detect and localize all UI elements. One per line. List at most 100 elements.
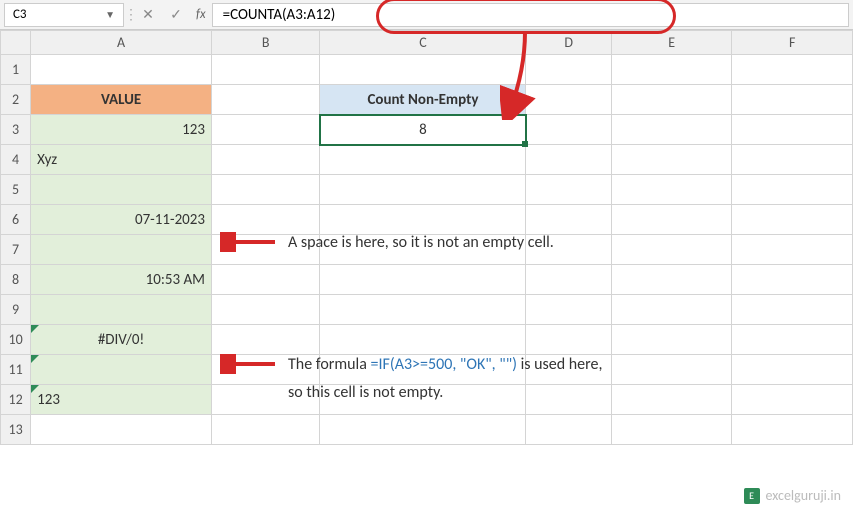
cell[interactable] bbox=[211, 175, 320, 205]
cell[interactable] bbox=[732, 205, 853, 235]
annotation-formula-note-line2: so this cell is not empty. bbox=[288, 383, 443, 402]
cell-A11[interactable] bbox=[31, 355, 212, 385]
cell[interactable] bbox=[320, 205, 526, 235]
corner-cell[interactable] bbox=[1, 31, 31, 55]
cell[interactable] bbox=[732, 295, 853, 325]
cell[interactable] bbox=[526, 145, 611, 175]
row-header[interactable]: 4 bbox=[1, 145, 31, 175]
cell[interactable] bbox=[732, 85, 853, 115]
cell[interactable] bbox=[732, 145, 853, 175]
cell[interactable] bbox=[526, 205, 611, 235]
formula-bar: C3 ▼ ⋮ ✕ ✓ fx =COUNTA(A3:A12) bbox=[0, 0, 853, 30]
cell[interactable] bbox=[211, 145, 320, 175]
col-header[interactable]: E bbox=[611, 31, 732, 55]
cell[interactable] bbox=[611, 235, 732, 265]
row-header[interactable]: 9 bbox=[1, 295, 31, 325]
cell[interactable] bbox=[732, 385, 853, 415]
name-box[interactable]: C3 ▼ bbox=[4, 3, 124, 27]
cell[interactable] bbox=[526, 385, 611, 415]
cell[interactable] bbox=[211, 205, 320, 235]
row-header[interactable]: 10 bbox=[1, 325, 31, 355]
col-header[interactable]: D bbox=[526, 31, 611, 55]
cell[interactable] bbox=[611, 85, 732, 115]
logo-icon: E bbox=[744, 488, 760, 504]
cell[interactable] bbox=[611, 385, 732, 415]
col-header[interactable]: B bbox=[211, 31, 320, 55]
cell[interactable] bbox=[611, 355, 732, 385]
cell[interactable] bbox=[211, 115, 320, 145]
cell[interactable] bbox=[320, 415, 526, 445]
cell-A5[interactable] bbox=[31, 175, 212, 205]
cell[interactable] bbox=[211, 55, 320, 85]
col-header[interactable]: A bbox=[31, 31, 212, 55]
chevron-down-icon[interactable]: ▼ bbox=[105, 8, 115, 21]
cell-A10[interactable]: #DIV/0! bbox=[31, 325, 212, 355]
col-header[interactable]: F bbox=[732, 31, 853, 55]
cell[interactable] bbox=[211, 85, 320, 115]
cell[interactable] bbox=[526, 85, 611, 115]
cell[interactable] bbox=[732, 235, 853, 265]
row-header[interactable]: 12 bbox=[1, 385, 31, 415]
row-header[interactable]: 5 bbox=[1, 175, 31, 205]
cell[interactable] bbox=[211, 295, 320, 325]
cell[interactable] bbox=[732, 55, 853, 85]
cell[interactable] bbox=[320, 145, 526, 175]
cell[interactable] bbox=[611, 415, 732, 445]
cancel-icon[interactable]: ✕ bbox=[134, 3, 162, 27]
cell[interactable] bbox=[732, 325, 853, 355]
fill-handle[interactable] bbox=[522, 141, 528, 147]
formula-input[interactable]: =COUNTA(A3:A12) bbox=[212, 3, 849, 27]
row-header[interactable]: 8 bbox=[1, 265, 31, 295]
cell-A3[interactable]: 123 bbox=[31, 115, 212, 145]
row-header[interactable]: 7 bbox=[1, 235, 31, 265]
check-icon[interactable]: ✓ bbox=[162, 3, 190, 27]
row-header[interactable]: 11 bbox=[1, 355, 31, 385]
cell-A4[interactable]: Xyz bbox=[31, 145, 212, 175]
cell[interactable] bbox=[526, 415, 611, 445]
row-header[interactable]: 1 bbox=[1, 55, 31, 85]
cell[interactable] bbox=[611, 145, 732, 175]
cell[interactable] bbox=[211, 265, 320, 295]
cell[interactable] bbox=[611, 55, 732, 85]
cell-A8[interactable]: 10:53 AM bbox=[31, 265, 212, 295]
cell-A7[interactable] bbox=[31, 235, 212, 265]
cell[interactable] bbox=[732, 265, 853, 295]
cell[interactable] bbox=[211, 415, 320, 445]
cell[interactable] bbox=[611, 115, 732, 145]
cell[interactable] bbox=[31, 415, 212, 445]
cell[interactable] bbox=[320, 55, 526, 85]
cell[interactable] bbox=[732, 175, 853, 205]
cell[interactable] bbox=[732, 415, 853, 445]
fx-icon[interactable]: fx bbox=[196, 7, 206, 22]
cell-C3-selected[interactable]: 8 bbox=[320, 115, 526, 145]
row-header[interactable]: 2 bbox=[1, 85, 31, 115]
cell[interactable] bbox=[611, 205, 732, 235]
cell-A9[interactable] bbox=[31, 295, 212, 325]
cell[interactable] bbox=[526, 175, 611, 205]
cell[interactable] bbox=[526, 325, 611, 355]
row-header[interactable]: 3 bbox=[1, 115, 31, 145]
col-header[interactable]: C bbox=[320, 31, 526, 55]
cell-A2[interactable]: VALUE bbox=[31, 85, 212, 115]
cell[interactable] bbox=[320, 265, 526, 295]
cell-C2[interactable]: Count Non-Empty bbox=[320, 85, 526, 115]
cell[interactable] bbox=[526, 115, 611, 145]
cell-A6[interactable]: 07-11-2023 bbox=[31, 205, 212, 235]
cell[interactable] bbox=[611, 325, 732, 355]
cell-A12[interactable]: 123 bbox=[31, 385, 212, 415]
cell[interactable] bbox=[320, 295, 526, 325]
cell[interactable] bbox=[611, 175, 732, 205]
cell[interactable] bbox=[732, 355, 853, 385]
cell[interactable] bbox=[31, 55, 212, 85]
cell[interactable] bbox=[211, 325, 320, 355]
cell[interactable] bbox=[611, 265, 732, 295]
cell[interactable] bbox=[320, 175, 526, 205]
cell[interactable] bbox=[320, 325, 526, 355]
row-header[interactable]: 6 bbox=[1, 205, 31, 235]
cell[interactable] bbox=[611, 295, 732, 325]
cell[interactable] bbox=[732, 115, 853, 145]
cell[interactable] bbox=[526, 295, 611, 325]
row-header[interactable]: 13 bbox=[1, 415, 31, 445]
cell[interactable] bbox=[526, 265, 611, 295]
cell[interactable] bbox=[526, 55, 611, 85]
